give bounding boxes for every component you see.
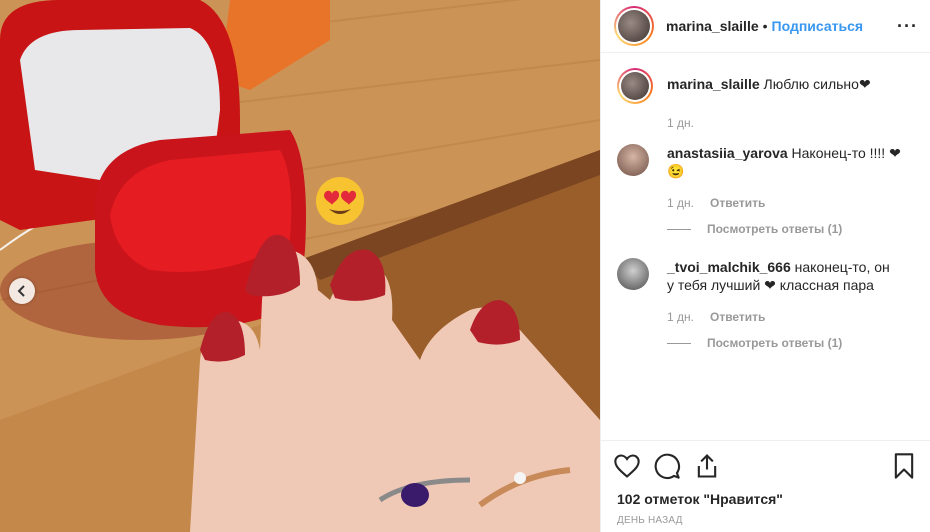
comment-time[interactable]: 1 дн.: [667, 196, 694, 210]
caption-text: Люблю сильно❤: [763, 76, 871, 92]
post-panel: marina_slaille • Подписаться ··· marina_…: [600, 0, 930, 532]
heart-eyes-emoji: [316, 177, 364, 225]
post-photo[interactable]: [0, 0, 600, 532]
caption-time[interactable]: 1 дн.: [667, 116, 694, 130]
likes-count[interactable]: 102 отметок "Нравится": [613, 491, 918, 507]
caption-avatar[interactable]: [617, 68, 653, 104]
view-replies-button[interactable]: Посмотреть ответы (1): [667, 336, 914, 350]
post-header: marina_slaille • Подписаться ···: [601, 0, 930, 53]
view-replies-label: Посмотреть ответы (1): [707, 222, 843, 236]
heart-icon[interactable]: [613, 452, 641, 480]
follow-button[interactable]: Подписаться: [772, 18, 864, 34]
replies-divider: [667, 342, 691, 344]
caption: marina_slaille Люблю сильно❤: [617, 68, 914, 104]
bookmark-icon[interactable]: [890, 452, 918, 480]
view-replies-label: Посмотреть ответы (1): [707, 336, 843, 350]
caption-meta: 1 дн.: [667, 116, 914, 130]
comment-item: _tvoi_malchik_666 наконец-то, он у тебя …: [617, 258, 914, 294]
reply-button[interactable]: Ответить: [710, 196, 765, 210]
post-date[interactable]: ДЕНЬ НАЗАД: [613, 515, 918, 526]
replies-divider: [667, 228, 691, 230]
share-icon[interactable]: [693, 452, 721, 480]
previous-image-button[interactable]: [9, 278, 35, 304]
comment-avatar[interactable]: [617, 258, 649, 290]
more-options-icon[interactable]: ···: [897, 16, 918, 37]
photo-illustration: [0, 0, 600, 532]
author-avatar[interactable]: [614, 6, 654, 46]
comment-item: anastasiia_yarova Наконец-то !!!! ❤ 😉: [617, 144, 914, 180]
chevron-left-icon: [17, 285, 25, 297]
post-actions: 102 отметок "Нравится" ДЕНЬ НАЗАД: [601, 440, 930, 526]
comment-time[interactable]: 1 дн.: [667, 310, 694, 324]
reply-button[interactable]: Ответить: [710, 310, 765, 324]
comment-icon[interactable]: [653, 452, 681, 480]
comment-avatar[interactable]: [617, 144, 649, 176]
caption-username[interactable]: marina_slaille: [667, 76, 760, 92]
comment-meta: 1 дн. Ответить: [667, 196, 914, 210]
header-separator: •: [762, 18, 768, 34]
comment-username[interactable]: _tvoi_malchik_666: [667, 259, 791, 275]
comment-meta: 1 дн. Ответить: [667, 310, 914, 324]
comments-list[interactable]: marina_slaille Люблю сильно❤ 1 дн. anast…: [601, 54, 930, 439]
view-replies-button[interactable]: Посмотреть ответы (1): [667, 222, 914, 236]
author-username[interactable]: marina_slaille: [666, 18, 759, 34]
comment-username[interactable]: anastasiia_yarova: [667, 145, 788, 161]
